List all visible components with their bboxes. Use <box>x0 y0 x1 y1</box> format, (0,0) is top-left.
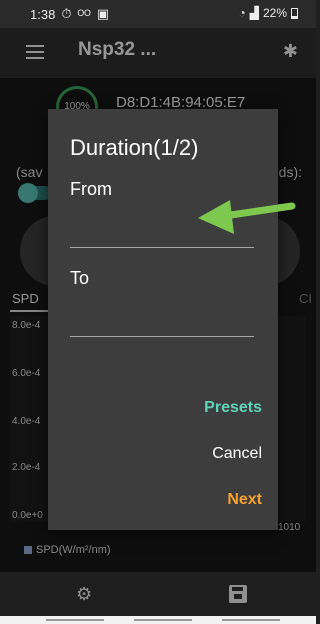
presets-button[interactable]: Presets <box>204 399 262 417</box>
wifi-icon: ◔ <box>238 6 246 20</box>
nav-back[interactable] <box>222 619 280 621</box>
battery-percent: 22% <box>262 6 287 20</box>
system-nav-bar <box>0 616 316 624</box>
status-time: 1:38 <box>30 6 56 22</box>
signal-icon: ▟ <box>249 6 259 20</box>
cancel-button[interactable]: Cancel <box>212 445 262 463</box>
annotation-arrow-icon <box>198 200 296 234</box>
duration-dialog: Duration(1/2) From To Presets Cancel Nex… <box>48 109 278 530</box>
status-bar: 1:38 ⏱ ᴼᴼ ▣ ◔ ▟ 22% <box>0 0 316 28</box>
stopwatch-icon: ⏱ <box>61 6 72 21</box>
nav-home[interactable] <box>134 619 192 621</box>
to-label: To <box>70 268 90 288</box>
nav-recents[interactable] <box>46 619 104 621</box>
dialog-title: Duration(1/2) <box>70 135 199 160</box>
from-label: From <box>70 179 112 199</box>
voicemail-icon: ᴼᴼ <box>77 6 91 22</box>
to-input[interactable] <box>70 309 254 337</box>
gallery-icon: ▣ <box>96 6 110 21</box>
battery-icon <box>291 7 298 19</box>
next-button[interactable]: Next <box>227 491 262 509</box>
